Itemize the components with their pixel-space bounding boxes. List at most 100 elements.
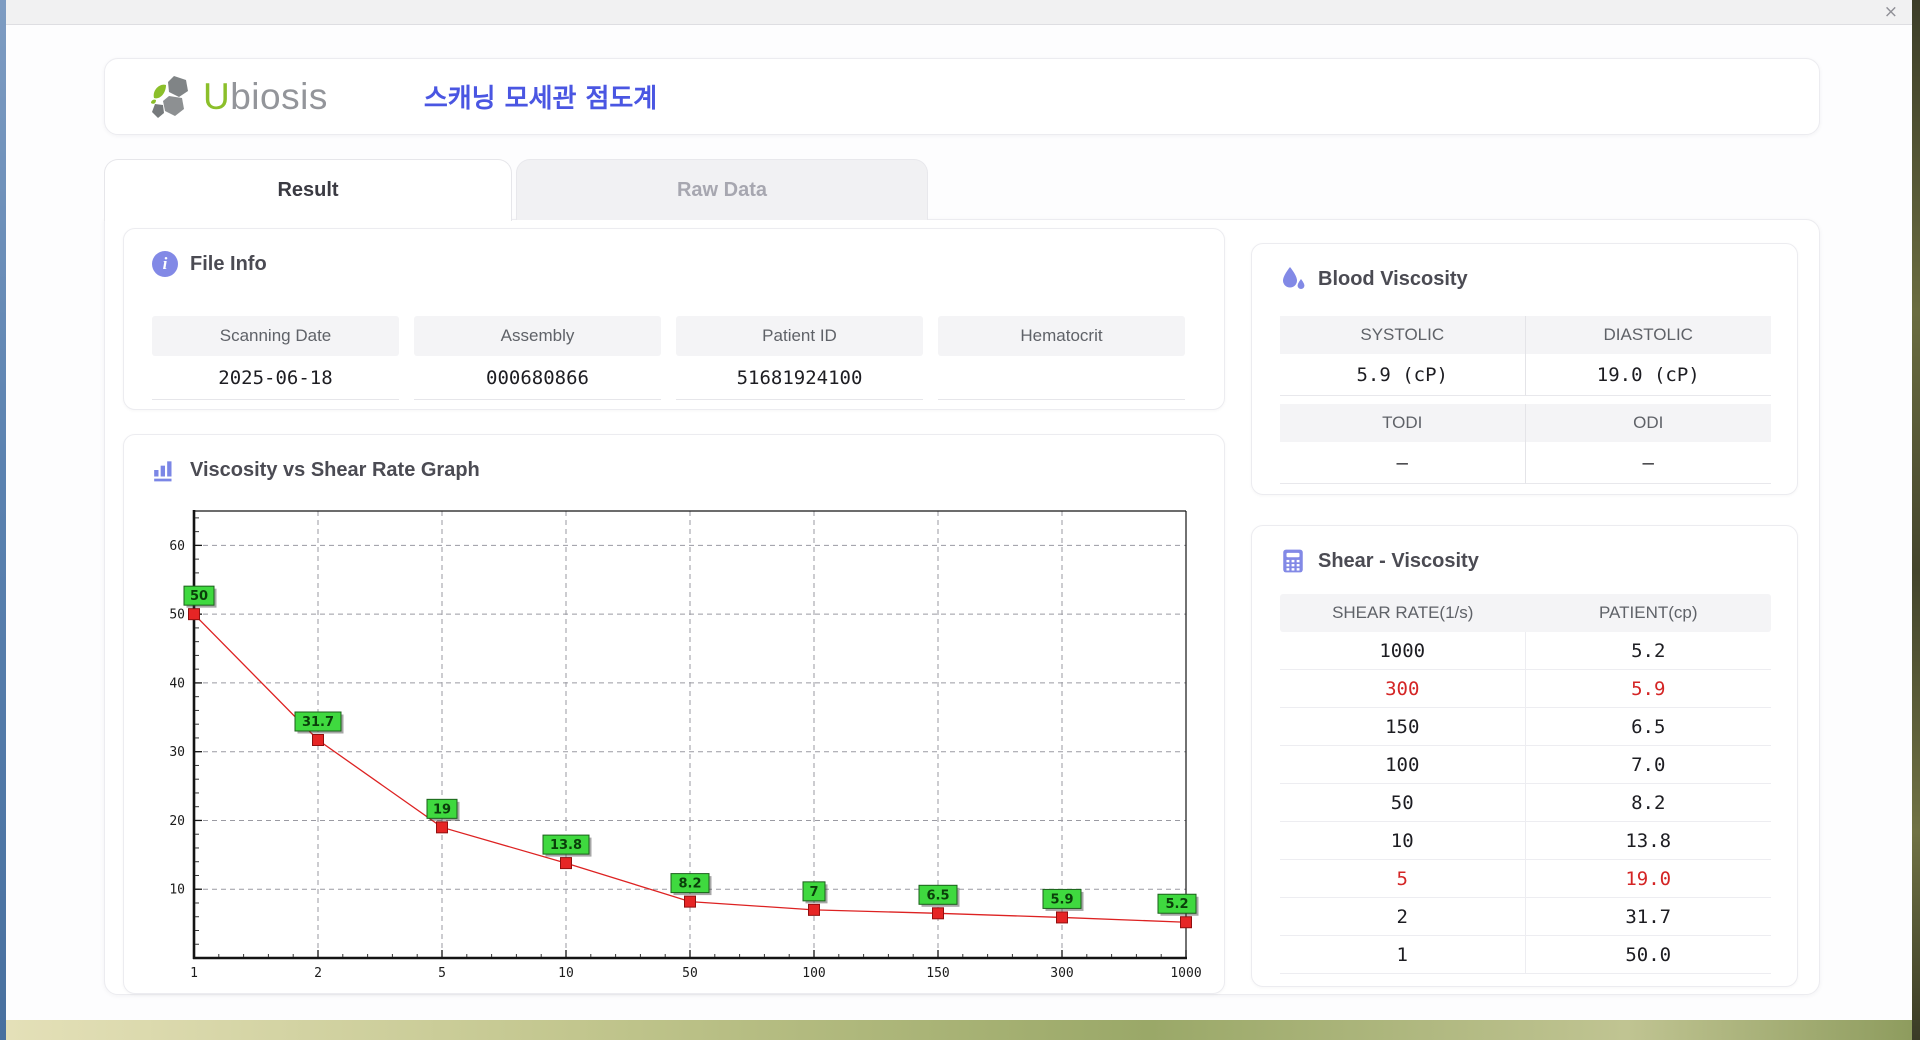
cell-shear-rate: 5: [1280, 860, 1526, 897]
close-icon[interactable]: ×: [1884, 2, 1898, 22]
svg-text:10: 10: [169, 883, 185, 898]
bv-value: –: [1525, 442, 1771, 484]
svg-text:40: 40: [169, 676, 185, 691]
shear-viscosity-table: SHEAR RATE(1/s) PATIENT(cp) 1000 5.2 300 5.…: [1280, 594, 1771, 974]
desktop-edge-bottom: [6, 1020, 1912, 1040]
ubiosis-logo: Ubiosis: [149, 73, 328, 121]
file-info-card: i File Info Scanning Date 2025-06-18 Assem…: [123, 228, 1225, 410]
cell-patient: 19.0: [1625, 867, 1672, 890]
bv-label: DIASTOLIC: [1525, 316, 1771, 354]
file-info-field: Scanning Date 2025-06-18: [152, 316, 399, 400]
app-subtitle: 스캐닝 모세관 점도계: [423, 84, 658, 114]
result-panel: i File Info Scanning Date 2025-06-18 Assem…: [104, 219, 1820, 995]
file-info-field: Patient ID 51681924100: [676, 316, 923, 400]
table-row: 2 31.7: [1280, 898, 1771, 936]
tab-bar: Result Raw Data: [104, 159, 1820, 221]
bar-chart-icon: [154, 461, 172, 482]
field-label: Scanning Date: [152, 316, 399, 356]
cell-patient: 13.8: [1625, 829, 1672, 852]
viscosity-chart: 10 20 30 40 50 60 1 2 5 10 50 100 150 300 1000 50 31.7 19…: [169, 510, 1202, 981]
bv-label: SYSTOLIC: [1280, 316, 1526, 354]
svg-text:6.5: 6.5: [926, 888, 949, 903]
cell-shear-rate: 10: [1280, 822, 1526, 859]
bv-label-row: SYSTOLIC DIASTOLIC: [1280, 316, 1771, 354]
ubiosis-logo-icon: [151, 75, 188, 118]
shear-viscosity-rows: 1000 5.2 300 5.9 150 6.5 100 7.0 50 8.2 10 13.8 5 19.…: [1280, 632, 1771, 974]
shear-viscosity-title: Shear - Viscosity: [1280, 548, 1479, 574]
bv-label: TODI: [1280, 404, 1526, 442]
cell-patient: 7.0: [1631, 753, 1666, 776]
svg-text:300: 300: [1050, 966, 1073, 981]
table-row: 100 7.0: [1280, 746, 1771, 784]
bv-label-row: TODI ODI: [1280, 404, 1771, 442]
svg-text:30: 30: [169, 745, 185, 760]
desktop-edge-right: [1912, 0, 1920, 1040]
graph-card: Viscosity vs Shear Rate Graph 10 20 30 40 50…: [123, 434, 1225, 994]
cell-shear-rate: 1000: [1280, 632, 1526, 669]
svg-text:50: 50: [169, 608, 185, 623]
divider: [1280, 396, 1771, 404]
file-info-field: Assembly 000680866: [414, 316, 661, 400]
col-shear-rate: SHEAR RATE(1/s): [1332, 603, 1474, 622]
blood-viscosity-title: Blood Viscosity: [1280, 266, 1468, 292]
svg-text:1000: 1000: [1170, 966, 1201, 981]
page-content: Ubiosis 스캐닝 모세관 점도계 Result Raw Data i Fi…: [104, 58, 1820, 995]
shear-viscosity-card: Shear - Viscosity SHEAR RATE(1/s) PATIEN…: [1251, 525, 1798, 987]
svg-text:60: 60: [169, 539, 185, 554]
table-row: 300 5.9: [1280, 670, 1771, 708]
cell-shear-rate: 2: [1280, 898, 1526, 935]
field-label: Assembly: [414, 316, 661, 356]
logo-text: Ubiosis: [203, 75, 328, 117]
field-value: [938, 356, 1185, 400]
cell-shear-rate: 100: [1280, 746, 1526, 783]
field-value: 2025-06-18: [152, 356, 399, 400]
header-card: Ubiosis 스캐닝 모세관 점도계: [104, 58, 1820, 135]
svg-text:8.2: 8.2: [678, 877, 701, 892]
bv-value-row: – –: [1280, 442, 1771, 484]
table-row: 1 50.0: [1280, 936, 1771, 974]
file-info-field: Hematocrit: [938, 316, 1185, 400]
svg-text:7: 7: [809, 885, 818, 900]
svg-text:5.9: 5.9: [1050, 892, 1073, 907]
cell-patient: 8.2: [1631, 791, 1666, 814]
shear-viscosity-header: SHEAR RATE(1/s) PATIENT(cp): [1280, 594, 1771, 632]
bv-value: 19.0 (cP): [1525, 354, 1771, 396]
svg-text:31.7: 31.7: [302, 715, 334, 730]
svg-text:100: 100: [802, 966, 825, 981]
table-row: 5 19.0: [1280, 860, 1771, 898]
blood-drop-icon: [1283, 267, 1305, 289]
svg-text:19: 19: [433, 802, 451, 817]
cell-patient: 5.9: [1631, 677, 1666, 700]
calculator-icon: [1283, 549, 1303, 573]
bv-value: –: [1280, 442, 1526, 484]
svg-text:50: 50: [190, 589, 208, 604]
table-row: 50 8.2: [1280, 784, 1771, 822]
graph-title: Viscosity vs Shear Rate Graph: [152, 457, 480, 483]
col-patient: PATIENT(cp): [1598, 603, 1698, 622]
field-label: Hematocrit: [938, 316, 1185, 356]
field-value: 51681924100: [676, 356, 923, 400]
table-row: 10 13.8: [1280, 822, 1771, 860]
info-icon: i: [152, 251, 178, 277]
cell-patient: 31.7: [1625, 905, 1672, 928]
cell-patient: 50.0: [1625, 943, 1672, 966]
cell-shear-rate: 1: [1280, 936, 1526, 973]
svg-text:5: 5: [438, 966, 446, 981]
bv-value-row: 5.9 (cP) 19.0 (cP): [1280, 354, 1771, 396]
window-titlebar: ×: [6, 0, 1912, 25]
file-info-fields: Scanning Date 2025-06-18 Assembly 000680866…: [152, 316, 1185, 400]
tab-result[interactable]: Result: [104, 159, 512, 221]
bv-value: 5.9 (cP): [1280, 354, 1526, 396]
table-row: 150 6.5: [1280, 708, 1771, 746]
svg-text:2: 2: [314, 966, 322, 981]
field-value: 000680866: [414, 356, 661, 400]
svg-text:150: 150: [926, 966, 949, 981]
tab-raw-data[interactable]: Raw Data: [516, 159, 928, 220]
cell-patient: 5.2: [1631, 639, 1666, 662]
blood-viscosity-card: Blood Viscosity SYSTOLIC DIASTOLIC 5.9 (cP…: [1251, 243, 1798, 495]
svg-text:20: 20: [169, 814, 185, 829]
blood-viscosity-table: SYSTOLIC DIASTOLIC 5.9 (cP) 19.0 (cP) TODI OD…: [1280, 316, 1771, 484]
app-window: × Ubiosis 스캐닝 모세관 점도계 Result Raw Data i …: [6, 0, 1912, 1020]
svg-text:1: 1: [190, 966, 198, 981]
bv-label: ODI: [1525, 404, 1771, 442]
